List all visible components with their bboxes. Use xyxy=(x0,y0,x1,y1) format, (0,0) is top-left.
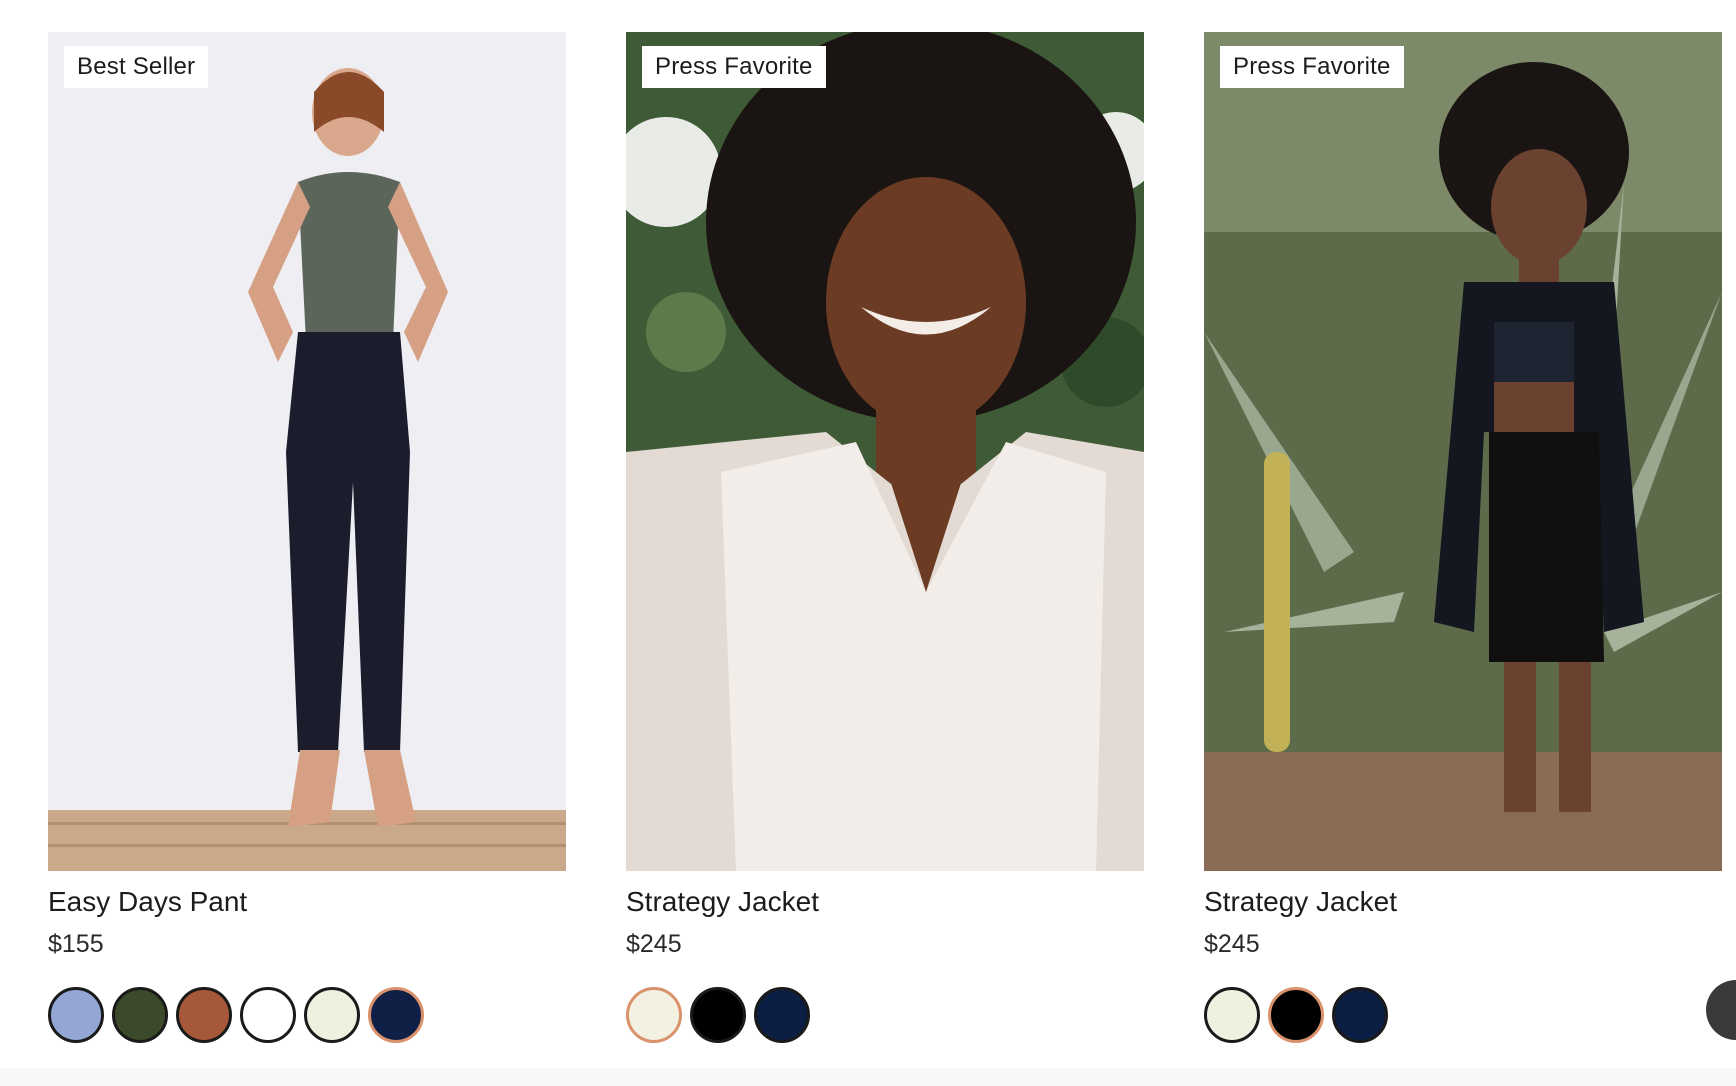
color-swatches xyxy=(1204,987,1722,1043)
color-swatch[interactable] xyxy=(368,987,424,1043)
product-photo xyxy=(48,32,566,871)
product-price: $245 xyxy=(1204,930,1260,958)
color-swatch[interactable] xyxy=(112,987,168,1043)
product-name[interactable]: Easy Days Pant xyxy=(48,885,566,919)
section-divider xyxy=(0,1068,1736,1086)
product-price: $245 xyxy=(626,930,682,958)
product-badge: Press Favorite xyxy=(1220,46,1404,88)
product-price: $155 xyxy=(48,930,104,958)
product-image-link[interactable]: Press Favorite xyxy=(626,32,1144,871)
color-swatch[interactable] xyxy=(176,987,232,1043)
color-swatch[interactable] xyxy=(240,987,296,1043)
color-swatch[interactable] xyxy=(1204,987,1260,1043)
product-badge: Press Favorite xyxy=(642,46,826,88)
color-swatch[interactable] xyxy=(626,987,682,1043)
color-swatches xyxy=(48,987,566,1043)
product-grid: Best Seller Easy Days Pant $155 Press Fa… xyxy=(48,32,1722,1043)
product-card: Press Favorite Strategy Jacket $245 xyxy=(626,32,1144,1043)
product-image-link[interactable]: Press Favorite xyxy=(1204,32,1722,871)
color-swatch[interactable] xyxy=(48,987,104,1043)
product-grid-page: Best Seller Easy Days Pant $155 Press Fa… xyxy=(0,0,1736,1086)
color-swatch[interactable] xyxy=(1332,987,1388,1043)
product-name[interactable]: Strategy Jacket xyxy=(1204,885,1722,919)
color-swatches xyxy=(626,987,1144,1043)
product-badge: Best Seller xyxy=(64,46,209,88)
product-image-link[interactable]: Best Seller xyxy=(48,32,566,871)
product-name[interactable]: Strategy Jacket xyxy=(626,885,1144,919)
color-swatch[interactable] xyxy=(690,987,746,1043)
color-swatch[interactable] xyxy=(304,987,360,1043)
color-swatch[interactable] xyxy=(1268,987,1324,1043)
product-card: Press Favorite Strategy Jacket $245 xyxy=(1204,32,1722,1043)
product-card: Best Seller Easy Days Pant $155 xyxy=(48,32,566,1043)
color-swatch[interactable] xyxy=(754,987,810,1043)
product-photo xyxy=(626,32,1144,871)
product-photo xyxy=(1204,32,1722,871)
